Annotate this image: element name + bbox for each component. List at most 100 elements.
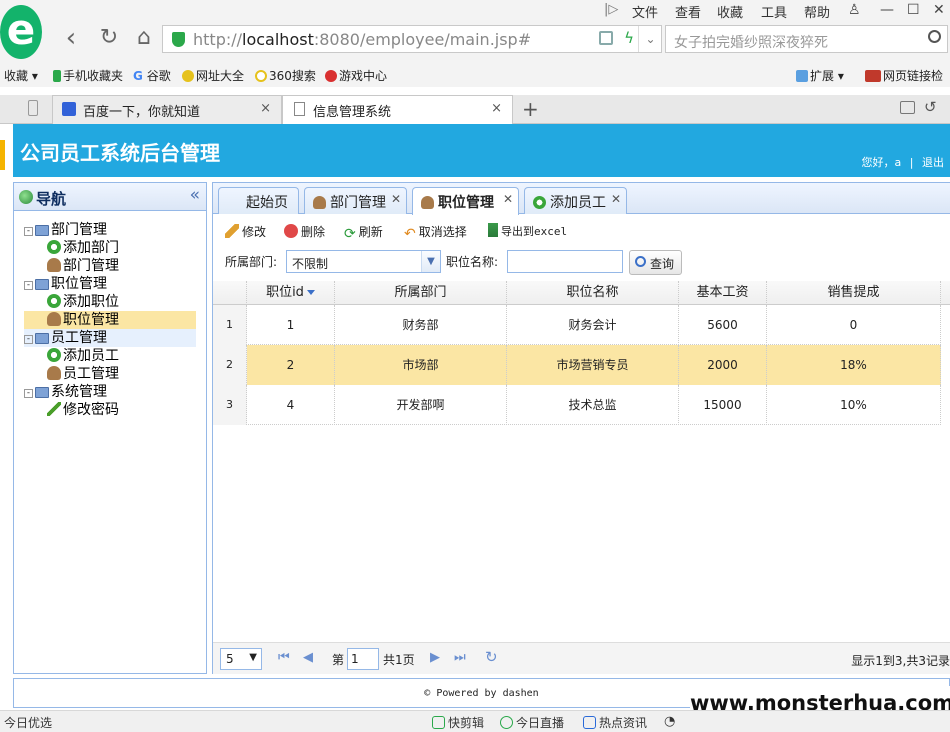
tab-position-manage[interactable]: 职位管理 ✕ [412, 187, 519, 215]
close-window-icon[interactable]: ✕ [933, 2, 945, 18]
status-live[interactable]: 今日直播 [500, 714, 564, 731]
tab-home[interactable]: 起始页 [218, 187, 299, 214]
close-tab-icon[interactable]: × [491, 101, 502, 116]
page-total: 共1页 [383, 653, 415, 667]
tree-node-add-position[interactable]: 添加职位 [24, 293, 196, 311]
query-button[interactable]: 查询 [629, 250, 682, 275]
status-bar: 今日优选 快剪辑 今日直播 热点资讯 ◔ [0, 710, 950, 732]
collapse-toggle-icon[interactable]: - [24, 335, 33, 344]
tree-node-add-employee[interactable]: 添加员工 [24, 347, 196, 365]
next-page-icon[interactable]: ▶ [430, 650, 440, 665]
bookmark-mobile[interactable]: 手机收藏夹 [53, 67, 123, 84]
page-number-input[interactable]: 1 [347, 648, 379, 670]
menu-view[interactable]: 查看 [675, 2, 701, 21]
search-icon[interactable] [928, 30, 941, 43]
delete-button[interactable]: 删除 [284, 223, 325, 240]
qrcode-icon[interactable] [599, 31, 613, 45]
tree-node-dept[interactable]: - 部门管理 [24, 221, 196, 239]
bookmark-sites[interactable]: 网址大全 [182, 67, 244, 84]
browser-tab-baidu[interactable]: 百度一下，你就知道 × [52, 95, 282, 124]
menu-tools[interactable]: 工具 [761, 2, 787, 21]
tree-node-dept-manage[interactable]: 部门管理 [24, 257, 196, 275]
scroll-header [941, 281, 950, 305]
chevron-down-icon[interactable]: ▼ [421, 251, 440, 272]
status-quick-edit[interactable]: 快剪辑 [432, 714, 484, 731]
close-tab-icon[interactable]: ✕ [391, 192, 401, 206]
collapse-icon[interactable]: « [190, 185, 200, 205]
position-name-input[interactable] [507, 250, 623, 273]
back-icon[interactable]: ‹ [57, 24, 85, 52]
tab-list-icon[interactable] [900, 101, 915, 114]
cell-salary: 5600 [679, 305, 767, 345]
maximize-icon[interactable]: ☐ [907, 2, 920, 18]
prev-page-icon[interactable]: ◀ [303, 650, 313, 665]
export-button[interactable]: 导出到excel [488, 223, 567, 239]
tree-node-employee-manage[interactable]: 员工管理 [24, 365, 196, 383]
chevron-down-icon[interactable]: ⌄ [638, 26, 662, 52]
game-icon [325, 70, 337, 82]
close-tab-icon[interactable]: ✕ [611, 192, 621, 206]
bookmark-google[interactable]: G 谷歌 [133, 67, 171, 84]
last-page-icon[interactable]: ⏭ [454, 650, 466, 665]
tab-dept-manage[interactable]: 部门管理 ✕ [304, 187, 407, 214]
column-header-dept[interactable]: 所属部门 [335, 281, 507, 305]
first-page-icon[interactable]: ⏮ [278, 650, 290, 665]
table-row[interactable]: 2 2 市场部 市场营销专员 2000 18% [213, 345, 941, 385]
tree-node-position[interactable]: - 职位管理 [24, 275, 196, 293]
table-row[interactable]: 1 1 财务部 财务会计 5600 0 [213, 305, 941, 345]
reload-page-icon[interactable]: ↻ [485, 648, 498, 666]
page-size-select[interactable]: 5 ▼ [220, 648, 262, 670]
unselect-button[interactable]: ↶ 取消选择 [404, 223, 467, 241]
lightning-icon[interactable]: ϟ [624, 29, 634, 47]
cell-name: 市场营销专员 [507, 345, 679, 385]
browser-logo[interactable]: e [0, 5, 42, 59]
tree-node-change-password[interactable]: 修改密码 [24, 401, 196, 419]
table-row[interactable]: 3 4 开发部啊 技术总监 15000 10% [213, 385, 941, 425]
bookmark-360search[interactable]: 360搜索 [255, 67, 316, 84]
menu-file[interactable]: 文件 [632, 2, 658, 21]
tab-add-employee[interactable]: 添加员工 ✕ [524, 187, 627, 214]
status-today[interactable]: 今日优选 [4, 714, 52, 731]
globe-icon [19, 190, 33, 204]
search-box[interactable]: 女子拍完婚纱照深夜猝死 [665, 25, 948, 53]
bookmark-games[interactable]: 游戏中心 [325, 67, 387, 84]
column-header-salary[interactable]: 基本工资 [679, 281, 767, 305]
side-tab[interactable] [0, 140, 5, 170]
logout-link[interactable]: 退出 [922, 156, 944, 169]
browser-tab-system[interactable]: 信息管理系统 × [282, 95, 513, 125]
tree-node-add-dept[interactable]: 添加部门 [24, 239, 196, 257]
tree-node-employee[interactable]: - 员工管理 [24, 329, 196, 347]
reload-icon[interactable]: ↻ [95, 24, 123, 52]
dept-select[interactable]: 不限制 ▼ [286, 250, 441, 273]
skin-icon[interactable]: ♙ [848, 2, 861, 18]
undo-close-icon[interactable]: ↺ [924, 98, 937, 116]
close-tab-icon[interactable]: ✕ [503, 192, 513, 206]
refresh-button[interactable]: ⟳ 刷新 [344, 223, 383, 241]
new-tab-button[interactable]: + [522, 97, 539, 121]
menu-help[interactable]: 帮助 [804, 2, 830, 21]
link-checker-button[interactable]: 网页链接检 [865, 67, 943, 84]
row-number-header [213, 281, 247, 305]
column-header-name[interactable]: 职位名称 [507, 281, 679, 305]
minimize-icon[interactable]: — [880, 2, 894, 18]
menu-favorites[interactable]: 收藏 [717, 2, 743, 21]
address-bar[interactable]: http://localhost:8080/employee/main.jsp#… [162, 25, 662, 53]
speedup-icon[interactable]: ◔ [664, 714, 675, 729]
tree-node-position-manage[interactable]: 职位管理 [24, 311, 196, 329]
collapse-toggle-icon[interactable]: - [24, 227, 33, 236]
tree-node-system[interactable]: - 系统管理 [24, 383, 196, 401]
device-icon[interactable] [28, 100, 38, 116]
extensions-button[interactable]: 扩展 ▾ [796, 67, 844, 84]
home-icon[interactable]: ⌂ [130, 24, 158, 52]
edit-button[interactable]: 修改 [225, 223, 266, 240]
sidebar-toggle-icon[interactable]: |▷ [604, 2, 618, 17]
column-header-commission[interactable]: 销售提成 [767, 281, 941, 305]
status-news[interactable]: 热点资讯 [583, 714, 647, 731]
column-header-id[interactable]: 职位id [247, 281, 335, 305]
close-tab-icon[interactable]: × [260, 101, 271, 116]
sort-desc-icon[interactable] [306, 290, 315, 295]
bookmark-favorites[interactable]: 收藏 ▾ [4, 67, 38, 84]
address-text[interactable]: http://localhost:8080/employee/main.jsp# [193, 30, 531, 49]
collapse-toggle-icon[interactable]: - [24, 389, 33, 398]
collapse-toggle-icon[interactable]: - [24, 281, 33, 290]
